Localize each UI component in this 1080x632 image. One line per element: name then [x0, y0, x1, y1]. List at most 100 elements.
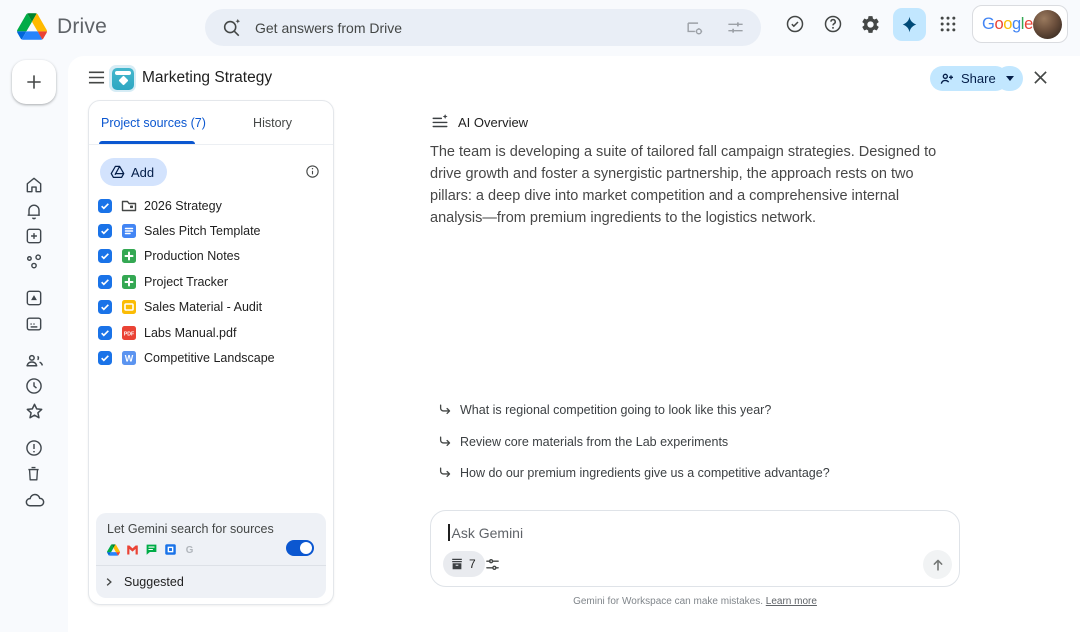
source-row[interactable]: Production Notes [89, 244, 333, 269]
help-icon[interactable] [823, 14, 843, 34]
apps-grid-icon[interactable] [938, 14, 958, 34]
settings-icon[interactable] [860, 14, 881, 35]
caret-down-icon [1006, 76, 1014, 81]
checkbox-checked[interactable] [98, 275, 112, 289]
checkbox-checked[interactable] [98, 249, 112, 263]
drive-mini-icon [107, 544, 120, 556]
source-row[interactable]: Project Tracker [89, 269, 333, 294]
sources-box-icon [450, 557, 464, 571]
drive-brand[interactable]: Drive [17, 13, 107, 40]
gemini-toggle-label: Let Gemini search for sources [107, 522, 274, 536]
svg-text:G: G [186, 545, 194, 556]
calendar-icon [164, 543, 177, 556]
toggle-knob [300, 542, 312, 554]
home-icon[interactable] [24, 175, 44, 195]
ai-overview-header: AI Overview [431, 113, 528, 131]
folder-icon [121, 198, 137, 214]
disclaimer: Gemini for Workspace can make mistakes. … [430, 596, 960, 607]
left-rail [0, 56, 68, 632]
docs-file-icon [121, 223, 137, 239]
gmail-icon [126, 544, 139, 556]
text-cursor [448, 524, 450, 541]
sources-panel: Project sources (7) History Add 2026 Str… [88, 100, 334, 605]
add-label: Add [131, 165, 154, 180]
search-tools-icon[interactable] [685, 18, 704, 37]
new-button[interactable] [12, 60, 56, 104]
gemini-spark-icon [900, 15, 919, 34]
share-label: Share [961, 71, 996, 86]
hub-icon[interactable] [24, 251, 44, 271]
checkbox-checked[interactable] [98, 224, 112, 238]
my-drive-icon[interactable] [24, 288, 44, 308]
checkbox-checked[interactable] [98, 199, 112, 213]
computers-icon[interactable] [24, 314, 44, 334]
suggested-label: Suggested [124, 575, 184, 589]
source-row[interactable]: PDF Labs Manual.pdf [89, 320, 333, 345]
person-add-icon [939, 71, 955, 87]
source-row[interactable]: Sales Pitch Template [89, 218, 333, 243]
google-g-icon: G [183, 543, 196, 556]
workspaces-icon[interactable] [24, 226, 44, 246]
tab-project-sources[interactable]: Project sources (7) [89, 101, 212, 144]
panel-tabs: Project sources (7) History [89, 101, 333, 145]
source-row[interactable]: Sales Material - Audit [89, 295, 333, 320]
suggested-question[interactable]: Review core materials from the Lab exper… [438, 435, 728, 449]
learn-more-link[interactable]: Learn more [766, 596, 817, 607]
slides-file-icon [121, 299, 137, 315]
recent-icon[interactable] [24, 376, 44, 396]
ai-overview-summary: The team is developing a suite of tailor… [430, 141, 952, 229]
sources-count-chip[interactable]: 7 [443, 551, 485, 577]
trash-icon[interactable] [24, 464, 43, 483]
approvals-icon[interactable] [785, 14, 805, 34]
app-name: Drive [57, 15, 107, 39]
send-button[interactable] [923, 550, 952, 579]
suggested-expander[interactable]: Suggested [103, 566, 326, 598]
search-bar[interactable]: Get answers from Drive [205, 9, 761, 46]
starred-icon[interactable] [24, 401, 45, 422]
active-tab-underline [99, 141, 195, 144]
drive-outline-icon [110, 165, 125, 179]
topbar: Drive Get answers from Drive [0, 0, 1080, 56]
add-source-button[interactable]: Add [100, 158, 167, 186]
menu-icon[interactable] [88, 70, 105, 85]
follow-up-arrow-icon [438, 466, 452, 480]
source-row[interactable]: 2026 Strategy [89, 193, 333, 218]
ask-gemini-input[interactable]: Ask Gemini 7 [430, 510, 960, 587]
ai-summary-icon [431, 113, 449, 131]
project-icon [112, 68, 134, 90]
gemini-search-icon [221, 17, 242, 38]
follow-up-arrow-icon [438, 403, 452, 417]
suggested-question[interactable]: How do our premium ingredients give us a… [438, 466, 830, 480]
spam-icon[interactable] [24, 438, 44, 458]
svg-text:PDF: PDF [124, 331, 134, 337]
suggested-question[interactable]: What is regional competition going to lo… [438, 403, 771, 417]
avatar[interactable] [1033, 10, 1062, 39]
storage-icon[interactable] [24, 490, 45, 511]
advanced-search-icon[interactable] [726, 18, 745, 37]
gemini-button[interactable] [893, 8, 926, 41]
checkbox-checked[interactable] [98, 300, 112, 314]
share-dropdown-button[interactable] [996, 66, 1023, 91]
sheets-file-icon [121, 274, 137, 290]
plus-icon [24, 72, 44, 92]
page-title: Marketing Strategy [142, 69, 272, 87]
ask-placeholder: Ask Gemini [452, 525, 524, 541]
drive-logo-icon [17, 13, 47, 40]
shared-with-me-icon[interactable] [24, 350, 45, 371]
info-icon[interactable] [305, 164, 320, 179]
checkbox-checked[interactable] [98, 326, 112, 340]
main-panel: Marketing Strategy Share Project sources… [68, 56, 1080, 632]
source-row[interactable]: W Competitive Landscape [89, 345, 333, 370]
google-logo: Google [982, 15, 1033, 34]
activity-icon[interactable] [24, 201, 44, 221]
pdf-file-icon: PDF [121, 325, 137, 341]
close-icon[interactable] [1033, 70, 1048, 85]
tab-history[interactable]: History [212, 101, 333, 144]
account-chip[interactable]: Google [972, 5, 1068, 43]
overflow-menu-icon[interactable] [939, 112, 943, 130]
gemini-sources-block: Let Gemini search for sources G Suggeste… [96, 513, 326, 598]
checkbox-checked[interactable] [98, 351, 112, 365]
gemini-search-toggle[interactable] [286, 540, 314, 556]
source-count: 7 [469, 557, 476, 571]
response-settings-icon[interactable] [485, 557, 500, 572]
